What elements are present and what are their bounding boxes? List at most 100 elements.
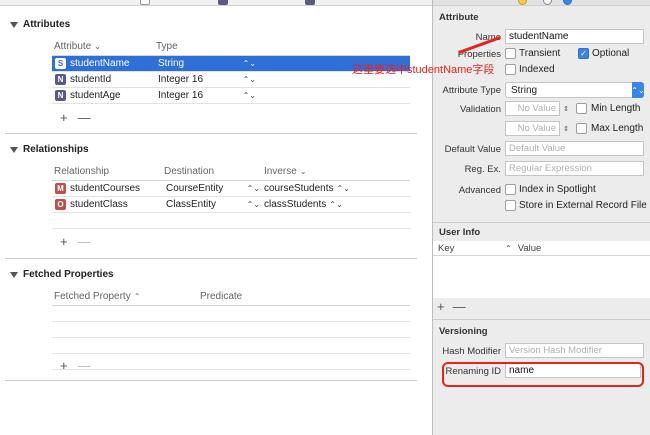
inverse-popup-chevron-icon[interactable]: ⌃⌄ <box>329 200 342 209</box>
destination-popup-chevron-icon[interactable]: ⌃⌄ <box>247 200 260 209</box>
type-popup-chevron-icon[interactable]: ⌃⌄ <box>243 91 256 100</box>
column-inverse[interactable]: Inverse ⌄ <box>264 166 410 177</box>
section-divider <box>5 258 417 259</box>
disclosure-triangle-icon[interactable] <box>10 21 18 28</box>
annotation-highlight-box <box>442 362 644 387</box>
fetched-properties-header[interactable]: Fetched Properties <box>10 269 114 280</box>
column-attribute[interactable]: Attribute ⌄ <box>52 41 156 52</box>
attribute-row[interactable]: N studentAge Integer 16 ⌃⌄ <box>52 88 410 104</box>
relationship-inverse: courseStudents <box>264 183 334 194</box>
column-predicate[interactable]: Predicate <box>200 291 410 302</box>
default-value-label: Default Value <box>444 144 501 155</box>
column-destination[interactable]: Destination <box>164 166 264 177</box>
max-length-label: Max Length <box>591 123 644 134</box>
attributes-table-header: Attribute ⌄ Type <box>52 38 410 56</box>
transient-label: Transient <box>519 48 561 59</box>
user-info-title: User Info <box>439 227 481 238</box>
sort-chevron-icon: ⌄ <box>299 167 307 176</box>
relationship-row[interactable]: M studentCourses CourseEntity ⌃⌄ courseS… <box>52 181 410 197</box>
destination-popup-chevron-icon[interactable]: ⌃⌄ <box>247 184 260 193</box>
relationship-destination: ClassEntity <box>166 199 217 210</box>
attribute-type-select[interactable]: String ⌃⌄ <box>505 82 645 98</box>
attribute-type: Integer 16 <box>158 74 204 85</box>
validation-label: Validation <box>459 104 501 115</box>
max-length-stepper-icon[interactable]: ⇕ <box>562 121 570 136</box>
relationships-table: Relationship Destination Inverse ⌄ M stu… <box>52 163 410 229</box>
remove-relationship-button[interactable]: — <box>78 234 91 249</box>
attribute-type-label: Attribute Type <box>442 85 501 96</box>
regex-field[interactable]: Regular Expression <box>505 161 644 176</box>
indexed-checkbox[interactable] <box>505 64 516 75</box>
hash-modifier-label: Hash Modifier <box>442 346 501 357</box>
attribute-name: studentName <box>70 58 130 69</box>
relationships-table-header: Relationship Destination Inverse ⌄ <box>52 163 410 181</box>
key-column[interactable]: Key <box>433 243 505 254</box>
user-info-header: Key ⌃ Value <box>433 241 650 256</box>
min-length-checkbox[interactable] <box>576 103 587 114</box>
file-icon[interactable] <box>140 0 150 5</box>
column-fetched-property[interactable]: Fetched Property ⌃ <box>52 291 200 302</box>
add-user-info-button[interactable]: + <box>437 299 445 314</box>
user-info-add-remove: + — <box>437 299 466 314</box>
empty-row <box>52 213 410 229</box>
remove-fetched-property-button[interactable]: — <box>78 358 91 373</box>
min-length-label: Min Length <box>591 103 641 114</box>
transient-checkbox[interactable] <box>505 48 516 59</box>
fetched-properties-table-header: Fetched Property ⌃ Predicate <box>52 288 410 306</box>
external-record-label: Store in External Record File <box>519 200 647 211</box>
model-inspector-icon[interactable] <box>563 0 572 5</box>
relationship-row[interactable]: O studentClass ClassEntity ⌃⌄ classStude… <box>52 197 410 213</box>
attributes-title: Attributes <box>23 19 71 30</box>
popup-chevron-icon: ⌃⌄ <box>631 82 645 98</box>
inverse-popup-chevron-icon[interactable]: ⌃⌄ <box>337 184 350 193</box>
attribute-icon[interactable] <box>305 0 315 5</box>
min-length-stepper-icon[interactable]: ⇕ <box>562 101 570 116</box>
hash-modifier-field[interactable]: Version Hash Modifier <box>505 343 644 358</box>
attribute-panel-title: Attribute <box>439 12 479 23</box>
column-type[interactable]: Type <box>156 41 410 52</box>
number-type-icon: N <box>55 90 66 101</box>
relationships-title: Relationships <box>23 144 89 155</box>
section-divider <box>5 133 417 134</box>
disclosure-triangle-icon[interactable] <box>10 146 18 153</box>
empty-row <box>52 338 410 354</box>
optional-checkbox[interactable]: ✓ <box>578 48 589 59</box>
to-many-relationship-icon: M <box>55 183 66 194</box>
panel-divider <box>433 319 650 320</box>
remove-user-info-button[interactable]: — <box>453 299 466 314</box>
versioning-title: Versioning <box>439 326 488 337</box>
max-length-value-field[interactable]: No Value <box>505 121 560 136</box>
remove-attribute-button[interactable]: — <box>78 110 91 125</box>
optional-label: Optional <box>592 48 630 59</box>
relationships-header[interactable]: Relationships <box>10 144 89 155</box>
type-popup-chevron-icon[interactable]: ⌃⌄ <box>243 59 256 68</box>
type-popup-chevron-icon[interactable]: ⌃⌄ <box>243 75 256 84</box>
add-relationship-button[interactable]: + <box>60 234 68 249</box>
panel-divider <box>433 222 650 223</box>
properties-label: Properties <box>457 49 501 60</box>
fetched-properties-title: Fetched Properties <box>23 269 114 280</box>
disclosure-triangle-icon[interactable] <box>10 271 18 278</box>
relationship-inverse: classStudents <box>264 199 327 210</box>
value-column[interactable]: Value <box>518 243 542 254</box>
file-inspector-icon[interactable] <box>518 0 527 5</box>
fetched-properties-table: Fetched Property ⌃ Predicate <box>52 288 410 370</box>
max-length-checkbox[interactable] <box>576 123 587 134</box>
index-spotlight-checkbox[interactable] <box>505 184 516 195</box>
add-attribute-button[interactable]: + <box>60 110 68 125</box>
column-relationship[interactable]: Relationship <box>52 166 164 177</box>
default-value-field[interactable]: Default Value <box>505 141 644 156</box>
number-type-icon: N <box>55 74 66 85</box>
attribute-name: studentAge <box>70 90 121 101</box>
indexed-label: Indexed <box>519 64 555 75</box>
sort-ascending-icon: ⌃ <box>505 243 512 253</box>
relationship-destination: CourseEntity <box>166 183 224 194</box>
help-inspector-icon[interactable] <box>543 0 552 5</box>
name-field[interactable]: studentName <box>505 29 644 44</box>
fetched-add-remove: + — <box>60 358 91 373</box>
entity-icon[interactable] <box>218 0 228 5</box>
attributes-header[interactable]: Attributes <box>10 19 70 30</box>
external-record-checkbox[interactable] <box>505 200 516 211</box>
add-fetched-property-button[interactable]: + <box>60 358 68 373</box>
min-length-value-field[interactable]: No Value <box>505 101 560 116</box>
